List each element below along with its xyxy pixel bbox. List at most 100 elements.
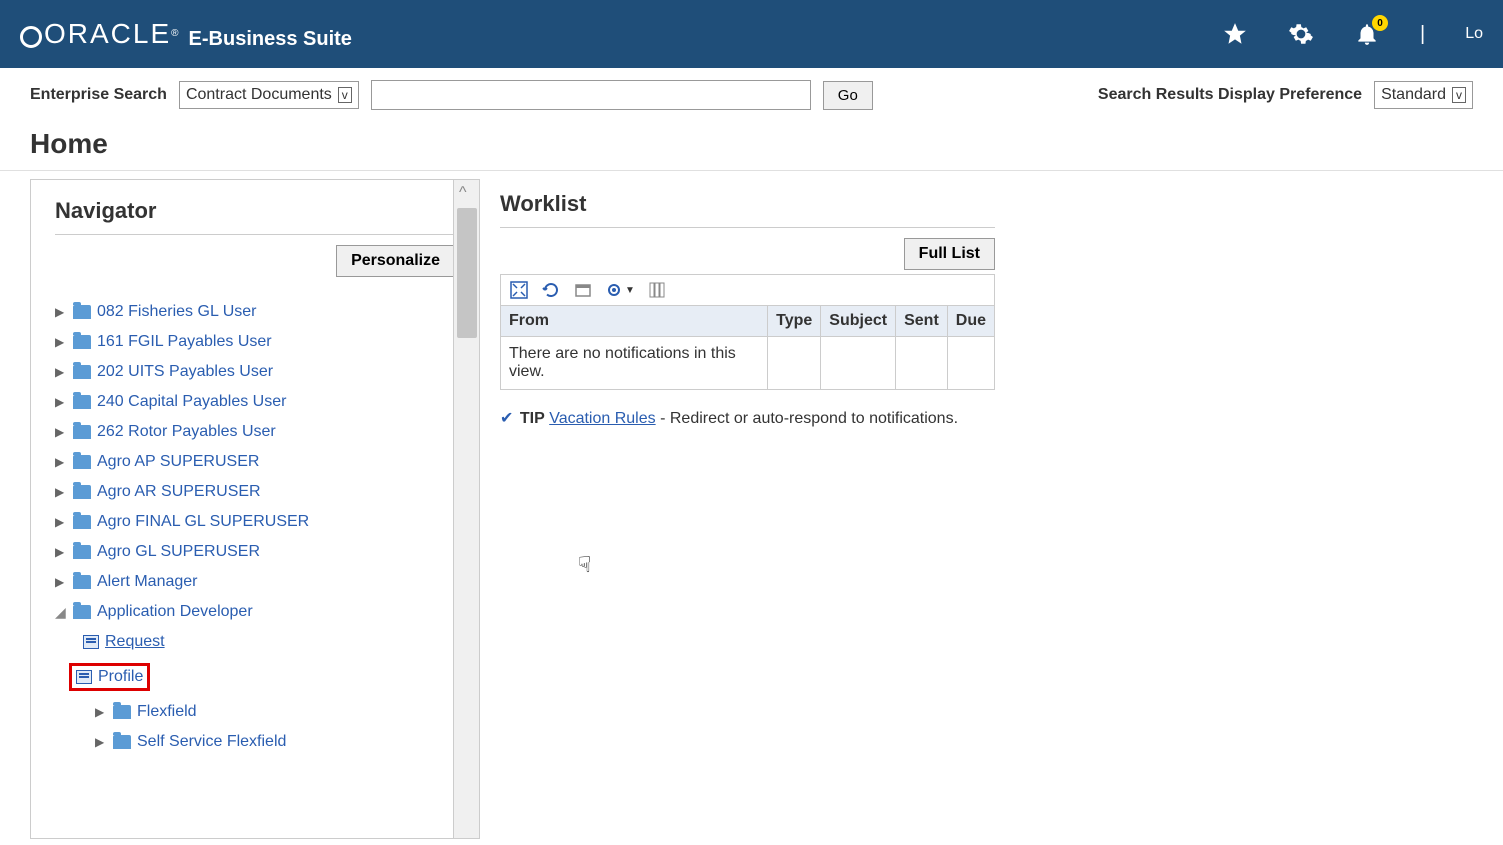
worklist-table: From Type Subject Sent Due There are no … bbox=[500, 305, 995, 390]
header-separator: | bbox=[1420, 23, 1425, 46]
nav-subitem-label: Flexfield bbox=[137, 703, 197, 721]
nav-item-agro-final-gl[interactable]: ▶ Agro FINAL GL SUPERUSER bbox=[55, 507, 455, 537]
caret-right-icon: ▶ bbox=[55, 485, 67, 499]
nav-subitem-request[interactable]: Request bbox=[55, 627, 455, 657]
tip-suffix: - Redirect or auto-respond to notificati… bbox=[656, 410, 958, 427]
navigator-scrollbar[interactable]: ^ bbox=[453, 180, 479, 838]
form-icon bbox=[83, 635, 99, 649]
folder-icon bbox=[73, 485, 91, 499]
display-pref-select[interactable]: Standard v bbox=[1374, 81, 1473, 109]
nav-item-agro-ap[interactable]: ▶ Agro AP SUPERUSER bbox=[55, 447, 455, 477]
nav-item-label: Agro GL SUPERUSER bbox=[97, 543, 260, 561]
caret-down-icon: ◢ bbox=[55, 604, 67, 621]
search-label: Enterprise Search bbox=[30, 86, 167, 104]
display-pref-value: Standard bbox=[1381, 86, 1446, 104]
caret-right-icon: ▶ bbox=[55, 575, 67, 589]
content-row: Navigator Personalize ▶ 082 Fisheries GL … bbox=[0, 179, 1503, 839]
nav-subitem-self-service-flexfield[interactable]: ▶Self Service Flexfield bbox=[55, 727, 455, 757]
search-scope-select[interactable]: Contract Documents v bbox=[179, 81, 359, 109]
nav-item-label: 262 Rotor Payables User bbox=[97, 423, 276, 441]
nav-item-agro-ar[interactable]: ▶ Agro AR SUPERUSER bbox=[55, 477, 455, 507]
folder-icon bbox=[73, 335, 91, 349]
tip-label: TIP bbox=[520, 410, 545, 427]
header-icons: 0 | Lo bbox=[1222, 21, 1483, 47]
folder-icon bbox=[73, 365, 91, 379]
col-sent[interactable]: Sent bbox=[896, 306, 948, 337]
page-title: Home bbox=[0, 122, 1503, 171]
nav-subitem-profile-highlighted[interactable]: Profile bbox=[69, 663, 150, 691]
nav-item-082-fisheries[interactable]: ▶ 082 Fisheries GL User bbox=[55, 297, 455, 327]
enterprise-search-bar: Enterprise Search Contract Documents v G… bbox=[0, 68, 1503, 122]
personalize-button[interactable]: Personalize bbox=[336, 245, 455, 277]
nav-subitem-flexfield[interactable]: ▶ Flexfield bbox=[55, 697, 455, 727]
col-subject[interactable]: Subject bbox=[821, 306, 896, 337]
nav-item-240-capital[interactable]: ▶ 240 Capital Payables User bbox=[55, 387, 455, 417]
caret-right-icon: ▶ bbox=[55, 395, 67, 409]
tip-row: ✔ TIP Vacation Rules - Redirect or auto-… bbox=[500, 408, 995, 428]
folder-icon bbox=[73, 455, 91, 469]
expand-icon[interactable] bbox=[509, 281, 529, 299]
favorites-icon[interactable] bbox=[1222, 21, 1248, 47]
nav-item-label: 082 Fisheries GL User bbox=[97, 303, 256, 321]
vacation-rules-link[interactable]: Vacation Rules bbox=[549, 410, 655, 427]
columns-icon[interactable] bbox=[647, 281, 667, 299]
chevron-down-icon: v bbox=[1452, 87, 1466, 103]
folder-icon bbox=[73, 545, 91, 559]
nav-subitem-label: Self Service Flexfield bbox=[137, 733, 286, 751]
col-due[interactable]: Due bbox=[947, 306, 994, 337]
caret-right-icon: ▶ bbox=[55, 545, 67, 559]
navigator-title: Navigator bbox=[55, 198, 455, 235]
nav-item-alert-manager[interactable]: ▶ Alert Manager bbox=[55, 567, 455, 597]
nav-item-label: Agro AP SUPERUSER bbox=[97, 453, 259, 471]
caret-right-icon: ▶ bbox=[55, 515, 67, 529]
display-pref-label: Search Results Display Preference bbox=[1098, 86, 1362, 104]
col-type[interactable]: Type bbox=[768, 306, 821, 337]
nav-item-202-uits[interactable]: ▶202 UITS Payables User bbox=[55, 357, 455, 387]
caret-right-icon: ▶ bbox=[95, 705, 107, 719]
folder-icon bbox=[73, 305, 91, 319]
caret-right-icon: ▶ bbox=[55, 455, 67, 469]
oracle-logo: ORACLE® bbox=[20, 18, 181, 50]
nav-item-label: Alert Manager bbox=[97, 573, 198, 591]
folder-icon bbox=[73, 425, 91, 439]
nav-subitem-label: Request bbox=[105, 633, 165, 651]
suite-title: E-Business Suite bbox=[189, 28, 352, 51]
worklist-empty-row: There are no notifications in this view. bbox=[501, 337, 995, 390]
nav-item-label: 202 UITS Payables User bbox=[97, 363, 273, 381]
nav-item-label: Agro FINAL GL SUPERUSER bbox=[97, 513, 309, 531]
folder-icon bbox=[73, 395, 91, 409]
tip-check-icon: ✔ bbox=[500, 410, 513, 427]
search-scope-value: Contract Documents bbox=[186, 86, 332, 104]
search-go-button[interactable]: Go bbox=[823, 81, 873, 110]
scroll-thumb[interactable] bbox=[457, 208, 477, 338]
folder-icon bbox=[113, 735, 131, 749]
worklist-title: Worklist bbox=[500, 191, 995, 228]
nav-item-application-developer[interactable]: ◢Application Developer bbox=[55, 597, 455, 627]
folder-icon bbox=[73, 575, 91, 589]
table-settings-icon[interactable]: ▼ bbox=[605, 281, 635, 299]
nav-item-label: 240 Capital Payables User bbox=[97, 393, 286, 411]
full-list-button[interactable]: Full List bbox=[904, 238, 995, 270]
nav-item-label: Agro AR SUPERUSER bbox=[97, 483, 261, 501]
caret-right-icon: ▶ bbox=[55, 335, 67, 349]
col-from[interactable]: From bbox=[501, 306, 768, 337]
navigator-panel: Navigator Personalize ▶ 082 Fisheries GL … bbox=[30, 179, 480, 839]
scroll-up-icon: ^ bbox=[459, 184, 467, 202]
nav-subitem-label: Profile bbox=[98, 668, 143, 686]
detach-icon[interactable] bbox=[573, 281, 593, 299]
logout-link[interactable]: Lo bbox=[1465, 25, 1483, 43]
caret-right-icon: ▶ bbox=[55, 305, 67, 319]
app-header: ORACLE® E-Business Suite 0 | Lo bbox=[0, 0, 1503, 68]
notification-badge: 0 bbox=[1372, 15, 1388, 31]
folder-icon bbox=[73, 605, 91, 619]
refresh-icon[interactable] bbox=[541, 281, 561, 299]
nav-item-262-rotor[interactable]: ▶262 Rotor Payables User bbox=[55, 417, 455, 447]
settings-gear-icon[interactable] bbox=[1288, 21, 1314, 47]
nav-item-agro-gl[interactable]: ▶ Agro GL SUPERUSER bbox=[55, 537, 455, 567]
notifications-bell-icon[interactable]: 0 bbox=[1354, 21, 1380, 47]
search-input[interactable] bbox=[371, 80, 811, 110]
folder-icon bbox=[73, 515, 91, 529]
nav-item-161-fgil[interactable]: ▶161 FGIL Payables User bbox=[55, 327, 455, 357]
worklist-toolbar: ▼ bbox=[500, 274, 995, 305]
form-icon bbox=[76, 670, 92, 684]
